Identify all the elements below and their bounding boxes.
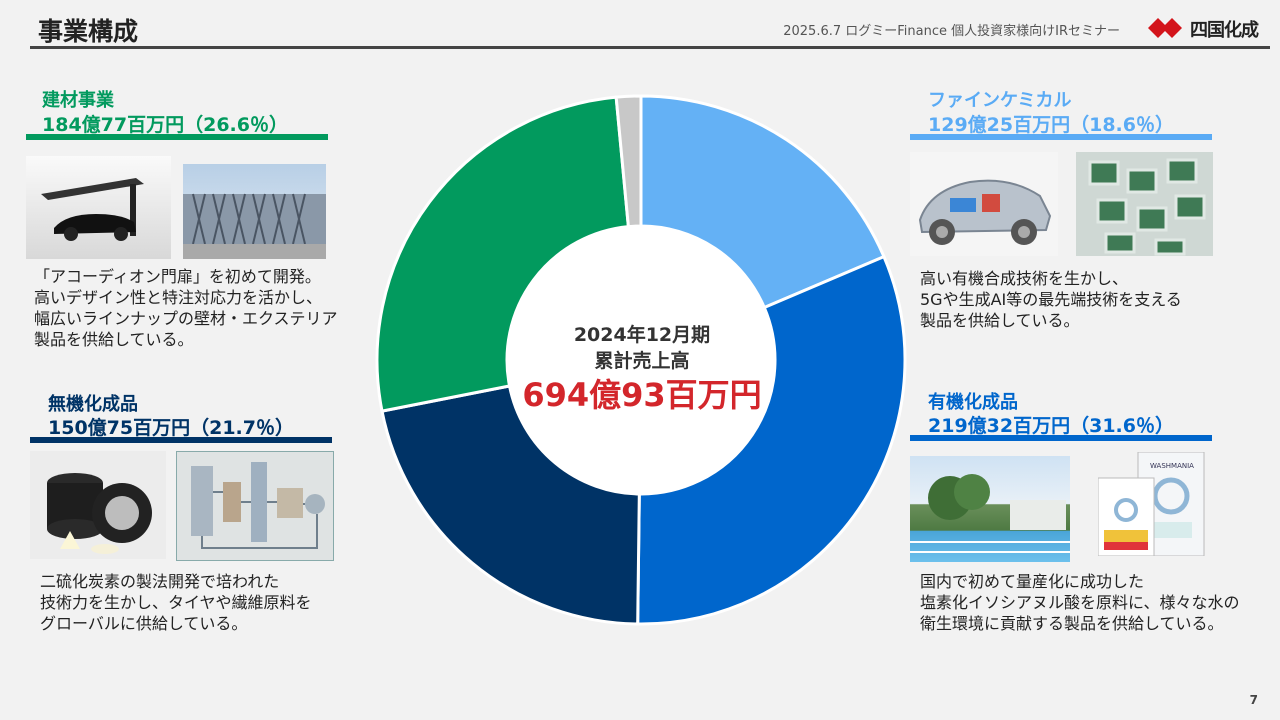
- chart-center-label: 累計売上高: [594, 350, 690, 372]
- event-caption: 2025.6.7 ログミーFinance 個人投資家様向けIRセミナー: [783, 24, 1120, 39]
- logo-text: 四国化成: [1190, 20, 1259, 41]
- segment-underline-yuki: [910, 435, 1212, 441]
- header-divider: [30, 46, 1270, 49]
- chart-center-period: 2024年12月期: [573, 324, 711, 346]
- page-number: 7: [1249, 693, 1258, 707]
- segment-desc-muki: 二硫化炭素の製法開発で培われた 技術力を生かし、タイヤや繊維原料を グローバルに…: [40, 572, 312, 633]
- segment-value-muki: 150億75百万円（21.7％）: [48, 417, 294, 439]
- segment-underline-kenzai: [26, 134, 328, 140]
- segment-name-fine: ファインケミカル: [928, 90, 1072, 111]
- washmania-label: WASHMANIA: [1150, 462, 1194, 470]
- donut-slice-0: [639, 94, 886, 310]
- segment-desc-yuki: 国内で初めて量産化に成功した 塩素化イソシアヌル酸を原料に、様々な水の 衛生環境…: [920, 572, 1240, 633]
- segment-value-fine: 129億25百万円（18.6％）: [928, 114, 1174, 136]
- segment-name-kenzai: 建材事業: [42, 90, 114, 111]
- carport-image: [26, 156, 171, 259]
- segment-value-yuki: 219億32百万円（31.6％）: [928, 415, 1174, 437]
- segment-value-kenzai: 184億77百万円（26.6％）: [42, 114, 288, 136]
- segment-desc-fine: 高い有機合成技術を生かし、 5Gや生成AI等の最先端技術を支える 製品を供給して…: [920, 269, 1182, 330]
- page-title: 事業構成: [38, 17, 139, 46]
- donut-slice-2: [380, 384, 641, 626]
- plant-diagram-image: [176, 451, 334, 561]
- washmania-product-image: WASHMANIA: [1098, 452, 1206, 556]
- tires-image: [30, 451, 166, 559]
- segment-underline-muki: [30, 437, 332, 443]
- donut-slice-4: [614, 94, 643, 229]
- accordion-gate-image: [183, 164, 326, 259]
- circuit-board-image: [1076, 152, 1213, 256]
- car-electronics-image: [910, 152, 1058, 256]
- segment-desc-kenzai: 「アコーディオン門扉」を初めて開発。 高いデザイン性と特注対応力を活かし、 幅広…: [34, 267, 338, 349]
- swimming-pool-image: [910, 456, 1070, 562]
- segment-underline-fine: [910, 134, 1212, 140]
- donut-slice-1: [636, 254, 907, 626]
- chart-center-total: 694億93百万円: [522, 376, 762, 414]
